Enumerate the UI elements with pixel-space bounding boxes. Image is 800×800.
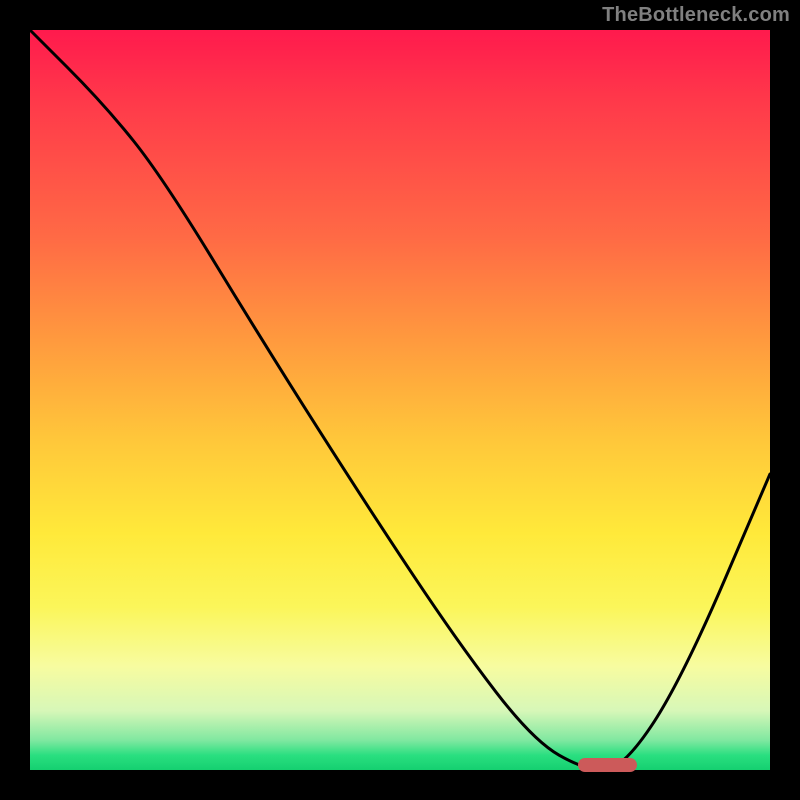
chart-frame: TheBottleneck.com	[0, 0, 800, 800]
plot-area	[30, 30, 770, 770]
watermark-label: TheBottleneck.com	[602, 4, 790, 27]
bottleneck-curve	[30, 30, 770, 770]
optimal-marker	[578, 758, 637, 772]
curve-path	[30, 30, 770, 770]
